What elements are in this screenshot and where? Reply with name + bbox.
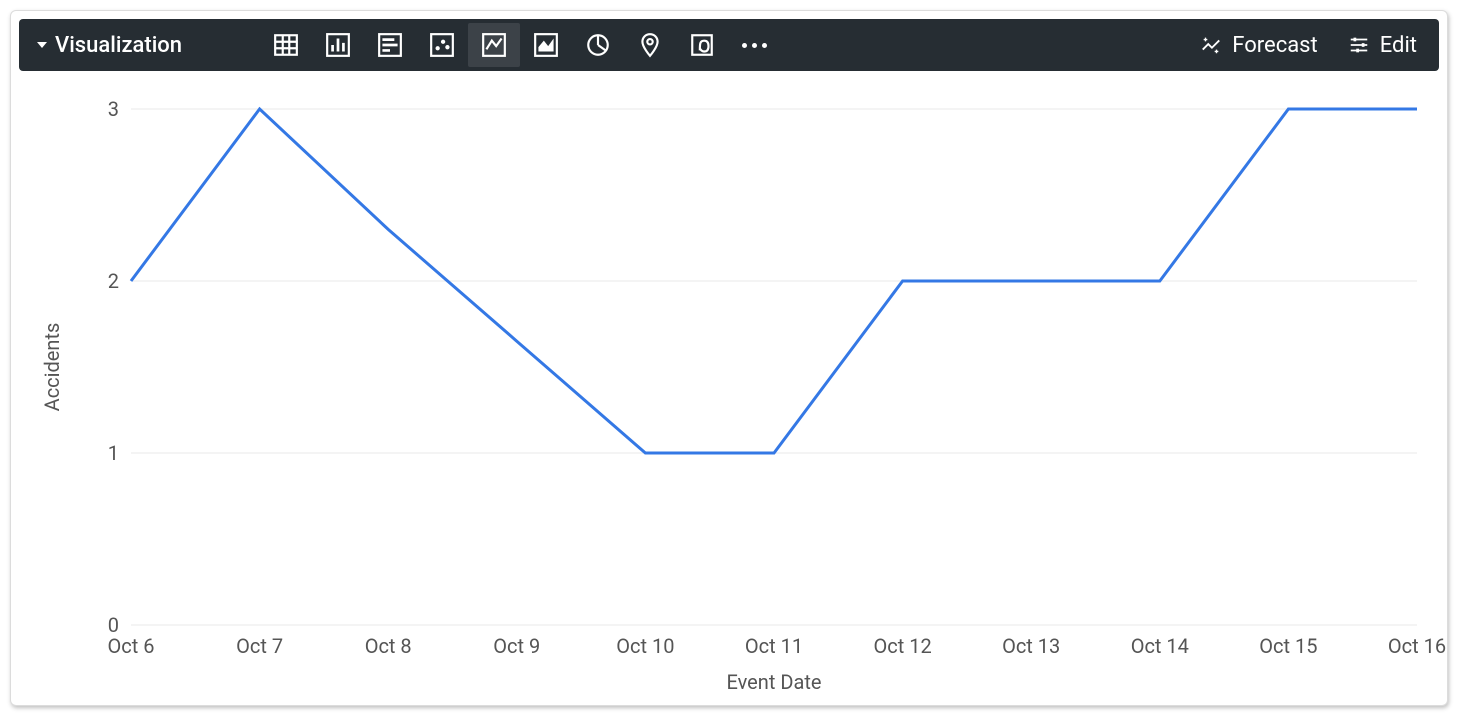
visualization-panel: Visualization — [10, 10, 1448, 706]
visualization-title: Visualization — [55, 33, 182, 58]
y-tick-label: 1 — [108, 441, 119, 465]
line-chart: 0123Oct 6Oct 7Oct 8Oct 9Oct 10Oct 11Oct … — [11, 79, 1447, 705]
x-tick-label: Oct 15 — [1259, 634, 1317, 658]
line-chart-button[interactable] — [468, 23, 520, 67]
forecast-button[interactable]: Forecast — [1200, 33, 1317, 58]
x-tick-label: Oct 10 — [616, 634, 674, 658]
visualization-dropdown[interactable]: Visualization — [27, 27, 192, 64]
area-chart-icon — [533, 32, 559, 58]
map-chart-button[interactable] — [624, 23, 676, 67]
forecast-label: Forecast — [1232, 33, 1317, 58]
line-chart-icon — [481, 32, 507, 58]
x-tick-label: Oct 16 — [1388, 634, 1446, 658]
more-chart-types-button[interactable] — [728, 23, 780, 67]
table-icon — [273, 32, 299, 58]
chart-type-picker — [260, 23, 780, 67]
bar-chart-button[interactable] — [364, 23, 416, 67]
x-tick-label: Oct 9 — [493, 634, 540, 658]
scatter-chart-button[interactable] — [416, 23, 468, 67]
edit-label: Edit — [1380, 33, 1417, 58]
area-chart-button[interactable] — [520, 23, 572, 67]
y-axis-label: Accidents — [40, 323, 64, 412]
single-value-icon — [689, 32, 715, 58]
x-tick-label: Oct 7 — [236, 634, 283, 658]
visualization-toolbar: Visualization — [19, 19, 1439, 71]
caret-down-icon — [37, 42, 47, 48]
dots-horizontal-icon — [732, 43, 777, 48]
forecast-icon — [1200, 34, 1222, 56]
scatter-icon — [429, 32, 455, 58]
x-tick-label: Oct 13 — [1002, 634, 1060, 658]
y-tick-label: 3 — [108, 97, 119, 121]
map-pin-icon — [637, 32, 663, 58]
x-tick-label: Oct 14 — [1131, 634, 1189, 658]
bar-chart-icon — [377, 32, 403, 58]
x-axis-label: Event Date — [727, 670, 822, 694]
single-value-button[interactable] — [676, 23, 728, 67]
y-tick-label: 2 — [108, 269, 119, 293]
column-chart-icon — [325, 32, 351, 58]
x-tick-label: Oct 6 — [108, 634, 155, 658]
table-chart-button[interactable] — [260, 23, 312, 67]
x-tick-label: Oct 12 — [873, 634, 931, 658]
edit-button[interactable]: Edit — [1348, 33, 1417, 58]
settings-sliders-icon — [1348, 34, 1370, 56]
column-chart-button[interactable] — [312, 23, 364, 67]
pie-chart-icon — [585, 32, 611, 58]
chart-area: 0123Oct 6Oct 7Oct 8Oct 9Oct 10Oct 11Oct … — [11, 79, 1447, 705]
x-tick-label: Oct 8 — [365, 634, 412, 658]
x-tick-label: Oct 11 — [745, 634, 803, 658]
pie-chart-button[interactable] — [572, 23, 624, 67]
